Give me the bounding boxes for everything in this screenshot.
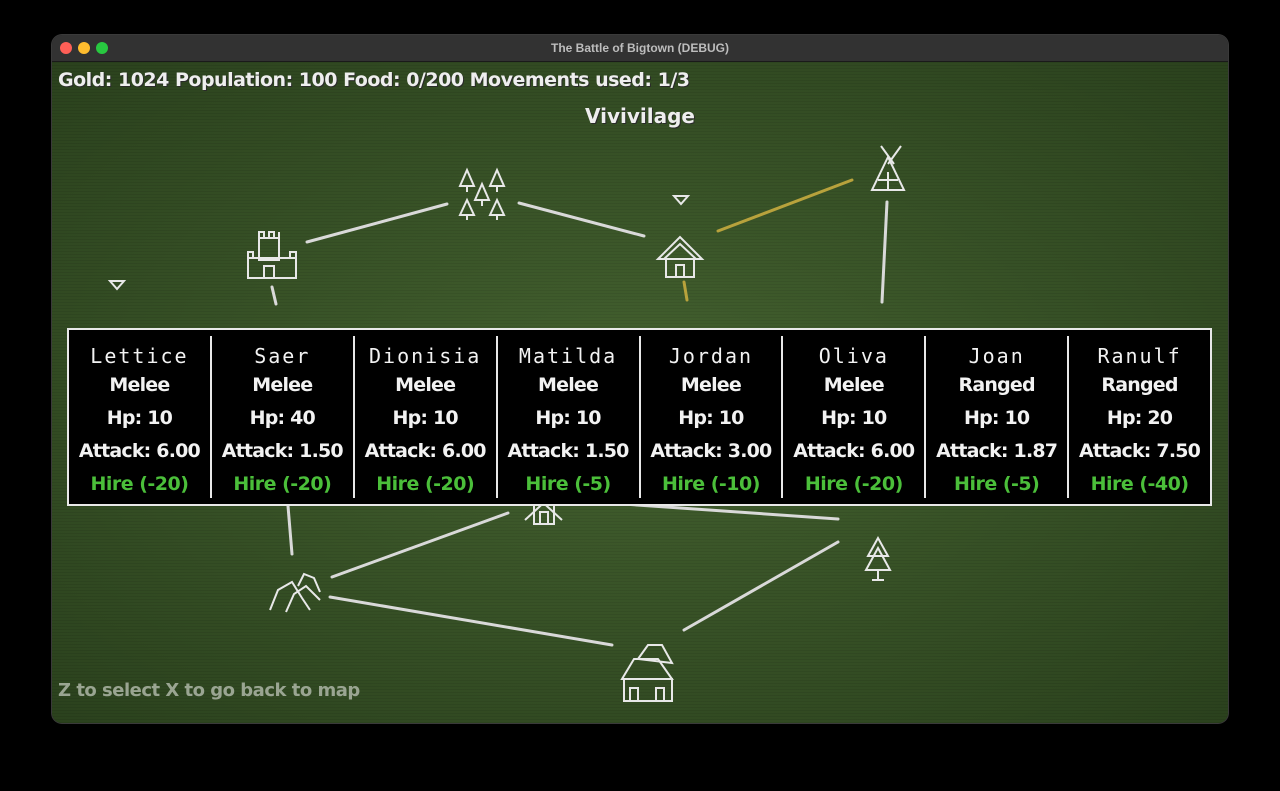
unit-name: Matilda [518, 344, 618, 368]
manor-icon[interactable] [620, 644, 674, 702]
unit-type: Melee [395, 374, 456, 396]
unit-name: Oliva [818, 344, 889, 368]
unit-card[interactable]: Jordan Melee Hp: 10 Attack: 3.00 Hire (-… [641, 336, 784, 498]
controls-hint: Z to select X to go back to map [58, 680, 360, 701]
hire-button[interactable]: Hire (-20) [376, 468, 474, 501]
unit-card[interactable]: Dionisia Melee Hp: 10 Attack: 6.00 Hire … [355, 336, 498, 498]
village-name: Vivivilage [585, 104, 695, 128]
unit-hp: Hp: 10 [392, 407, 459, 429]
unit-attack: Attack: 3.00 [650, 440, 772, 462]
unit-attack: Attack: 6.00 [364, 440, 487, 462]
hire-button[interactable]: Hire (-20) [805, 468, 903, 501]
unit-attack: Attack: 1.87 [936, 440, 1058, 462]
unit-name: Lettice [90, 344, 189, 368]
hire-button[interactable]: Hire (-5) [954, 468, 1040, 501]
unit-card[interactable]: Ranulf Ranged Hp: 20 Attack: 7.50 Hire (… [1069, 336, 1210, 498]
forest-icon[interactable] [458, 167, 506, 220]
unit-attack: Attack: 1.50 [221, 440, 344, 462]
unit-hp: Hp: 20 [1106, 407, 1173, 429]
hire-button[interactable]: Hire (-10) [662, 468, 760, 501]
unit-attack: Attack: 7.50 [1079, 440, 1201, 462]
road [517, 201, 646, 238]
unit-hp: Hp: 10 [106, 407, 173, 429]
unit-name: Saer [254, 344, 311, 368]
unit-type: Melee [680, 374, 742, 396]
hire-roster: Lettice Melee Hp: 10 Attack: 6.00 Hire (… [67, 328, 1212, 506]
unit-type: Melee [538, 374, 599, 396]
unit-name: Joan [968, 344, 1025, 368]
location-marker-icon [671, 195, 691, 206]
road [270, 285, 278, 306]
house-icon[interactable] [655, 235, 705, 278]
unit-card[interactable]: Saer Melee Hp: 40 Attack: 1.50 Hire (-20… [212, 336, 355, 498]
unit-hp: Hp: 10 [821, 407, 887, 429]
road [682, 540, 840, 632]
title-bar[interactable]: The Battle of Bigtown (DEBUG) [52, 35, 1228, 62]
selected-road [682, 178, 854, 302]
unit-type: Melee [823, 374, 885, 396]
location-marker-icon [107, 280, 127, 291]
unit-type: Ranged [1101, 374, 1178, 396]
hire-button[interactable]: Hire (-20) [233, 468, 331, 501]
unit-hp: Hp: 10 [535, 407, 601, 429]
hire-button[interactable]: Hire (-5) [525, 468, 611, 501]
game-canvas: Gold: 1024 Population: 100 Food: 0/200 M… [52, 62, 1228, 723]
road [328, 595, 614, 647]
unit-name: Dionisia [369, 344, 482, 368]
unit-type: Melee [252, 374, 313, 396]
resource-status: Gold: 1024 Population: 100 Food: 0/200 M… [58, 69, 690, 91]
hire-button[interactable]: Hire (-40) [1091, 468, 1189, 501]
tent-icon[interactable] [870, 145, 906, 191]
unit-card[interactable]: Joan Ranged Hp: 10 Attack: 1.87 Hire (-5… [926, 336, 1070, 501]
unit-hp: Hp: 40 [249, 407, 316, 429]
road [305, 202, 449, 244]
pine-tree-icon[interactable] [864, 535, 892, 581]
unit-attack: Attack: 1.50 [507, 440, 630, 462]
rocks-icon[interactable] [269, 572, 321, 613]
unit-card[interactable]: Lettice Melee Hp: 10 Attack: 6.00 Hire (… [69, 336, 212, 498]
unit-type: Ranged [958, 374, 1036, 396]
game-window: The Battle of Bigtown (DEBUG) Gold: 1024… [52, 35, 1228, 723]
window-title: The Battle of Bigtown (DEBUG) [551, 41, 729, 55]
unit-hp: Hp: 10 [964, 407, 1030, 429]
road [880, 200, 889, 304]
unit-type: Melee [109, 374, 170, 396]
hire-button[interactable]: Hire (-20) [90, 468, 188, 501]
unit-hp: Hp: 10 [678, 407, 744, 429]
road [330, 511, 510, 579]
unit-name: Jordan [668, 344, 754, 368]
unit-name: Ranulf [1097, 344, 1182, 368]
unit-card[interactable]: Matilda Melee Hp: 10 Attack: 1.50 Hire (… [498, 336, 641, 498]
castle-icon[interactable] [247, 231, 297, 279]
unit-attack: Attack: 6.00 [78, 440, 201, 462]
unit-attack: Attack: 6.00 [793, 440, 915, 462]
unit-card[interactable]: Oliva Melee Hp: 10 Attack: 6.00 Hire (-2… [783, 336, 927, 501]
